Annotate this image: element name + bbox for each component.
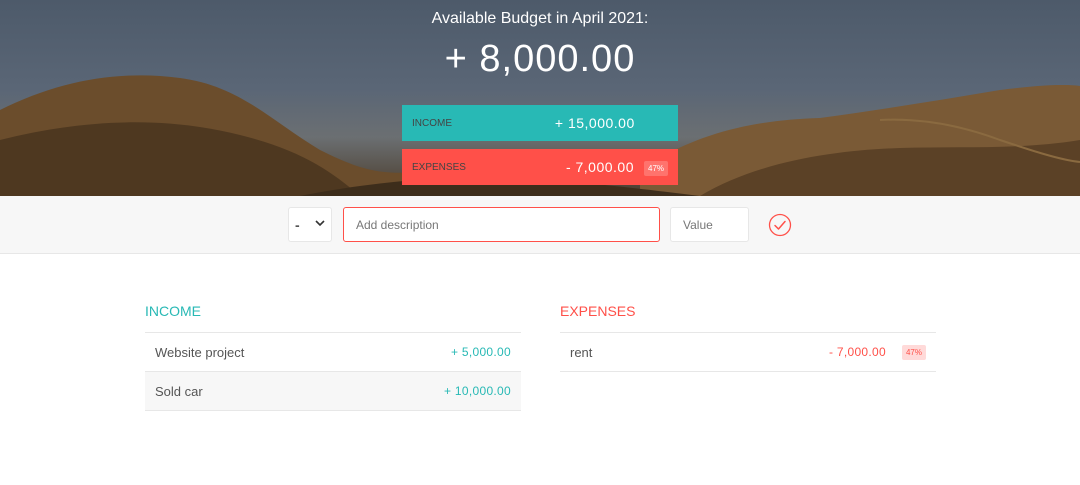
income-list: Income Website project + 5,000.00 Sold c… [145, 303, 521, 411]
summary-expenses-percentage-wrap: 47% [644, 158, 669, 176]
add-item-bar: - [0, 196, 1080, 254]
expense-item-description: rent [570, 344, 593, 360]
summary-income-card: Income + 15,000.00 [402, 105, 678, 141]
add-type-value: - [295, 216, 300, 233]
expense-item[interactable]: rent - 7,000.00 47% [560, 333, 936, 372]
expenses-list: Expenses rent - 7,000.00 47% [560, 303, 936, 372]
income-item-description: Website project [155, 344, 245, 360]
income-item-value: + 5,000.00 [450, 345, 511, 359]
budget-header: Available Budget in April 2021: + 8,000.… [0, 0, 1080, 196]
budget-value: + 8,000.00 [444, 38, 636, 80]
summary-income-value: + 15,000.00 [554, 115, 635, 131]
income-title: Income [145, 303, 521, 333]
add-submit-button[interactable] [768, 213, 792, 237]
add-type-select[interactable]: - [288, 207, 332, 242]
summary-expenses-label: Expenses [412, 161, 466, 173]
expense-item-value: - 7,000.00 [828, 345, 886, 359]
checkmark-circle-icon [768, 213, 792, 237]
add-description-input[interactable] [343, 207, 660, 242]
summary-expenses-value: - 7,000.00 [565, 159, 634, 175]
add-value-input[interactable] [670, 207, 749, 242]
summary-income-label: Income [412, 117, 452, 129]
expenses-title: Expenses [560, 303, 936, 333]
expense-item-percentage: 47% [901, 344, 926, 360]
summary-expenses-card: Expenses - 7,000.00 47% [402, 149, 678, 185]
income-item[interactable]: Website project + 5,000.00 [145, 333, 521, 372]
summary-expenses-percentage: 47% [644, 161, 669, 176]
income-item-description: Sold car [155, 383, 203, 399]
budget-title: Available Budget in April 2021: [431, 10, 649, 27]
income-item[interactable]: Sold car + 10,000.00 [145, 372, 521, 411]
chevron-down-icon [315, 219, 325, 230]
income-item-value: + 10,000.00 [443, 384, 511, 398]
